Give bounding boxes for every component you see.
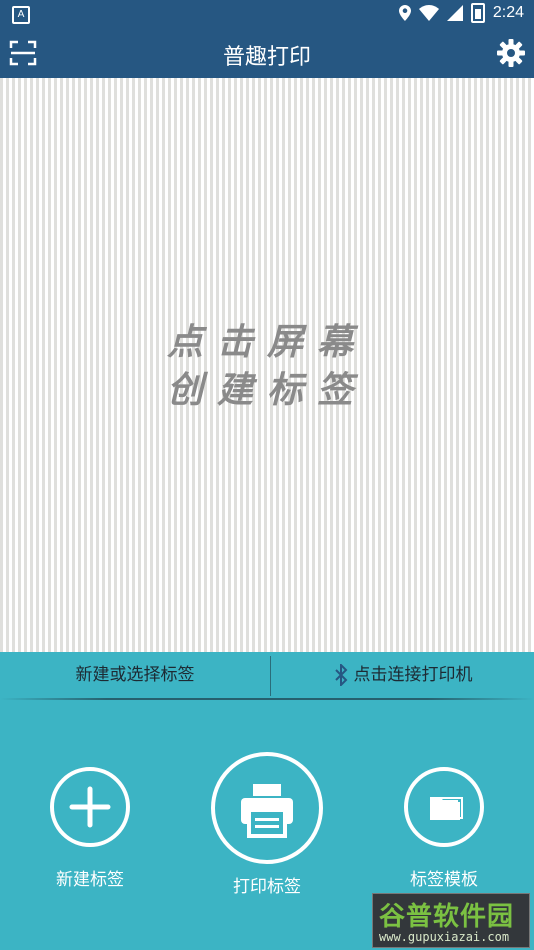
- location-icon: [398, 5, 411, 21]
- new-label-button[interactable]: 新建标签: [38, 767, 142, 890]
- sub-bar: 新建或选择标签 点击连接打印机: [0, 652, 534, 700]
- connect-printer-button[interactable]: 点击连接打印机: [272, 652, 534, 698]
- connect-printer-text: 点击连接打印机: [353, 665, 473, 685]
- watermark-main: 谷普软件园: [379, 902, 515, 932]
- new-or-select-label-text: 新建或选择标签: [75, 665, 195, 685]
- notification-icon: A: [12, 6, 30, 24]
- bluetooth-icon: [334, 664, 347, 686]
- plus-icon: [69, 786, 111, 828]
- print-label-circle: [211, 752, 323, 864]
- gear-icon: [497, 39, 525, 67]
- new-label-text: 新建标签: [56, 870, 124, 890]
- print-label-text: 打印标签: [233, 877, 301, 897]
- watermark-logo: 谷普软件园 www.gupuxiazai.com: [372, 893, 530, 948]
- watermark-url: www.gupuxiazai.com: [379, 930, 510, 944]
- status-time: 2:24: [492, 4, 524, 21]
- new-label-circle: [50, 767, 130, 847]
- label-canvas[interactable]: 点击屏幕 创建标签: [0, 78, 534, 652]
- signal-icon: [446, 5, 463, 21]
- sub-bar-divider: [270, 656, 271, 696]
- canvas-hint: 点击屏幕 创建标签: [0, 318, 534, 414]
- sub-bar-underline: [0, 698, 534, 700]
- printer-icon: [241, 784, 293, 838]
- new-or-select-label-button[interactable]: 新建或选择标签: [0, 652, 270, 698]
- wifi-icon: [418, 5, 439, 21]
- page-title: 普趣打印: [222, 45, 311, 70]
- status-icons: 2:24: [398, 3, 524, 23]
- label-templates-circle: [404, 767, 484, 847]
- status-bar: A 2:24: [0, 0, 534, 28]
- canvas-hint-line2: 创建标签: [166, 369, 367, 411]
- battery-icon: [470, 3, 485, 23]
- folder-icon: [430, 797, 463, 820]
- label-templates-button[interactable]: 标签模板: [392, 767, 496, 890]
- canvas-hint-line1: 点击屏幕: [166, 321, 367, 363]
- app-bar: 普趣打印: [0, 28, 534, 78]
- settings-button[interactable]: [496, 38, 526, 68]
- print-label-button[interactable]: 打印标签: [206, 752, 328, 897]
- label-templates-text: 标签模板: [410, 870, 478, 890]
